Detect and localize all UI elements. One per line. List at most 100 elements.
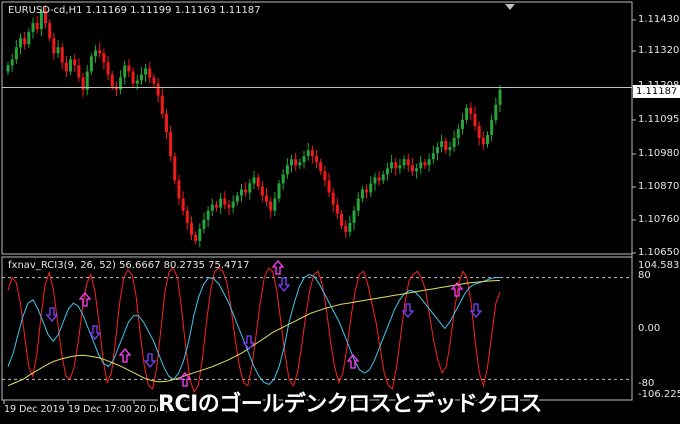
price-axis-label: 1.11095 — [638, 114, 680, 125]
price-axis-label: 1.10650 — [638, 247, 680, 258]
time-axis-label: 19 Dec 17:00 — [68, 404, 132, 415]
candle-body — [340, 213, 344, 226]
candle-body — [315, 156, 319, 163]
candle-body — [219, 198, 223, 208]
candle-body — [377, 177, 381, 181]
price-axis-label: 1.11208 — [638, 80, 680, 91]
candle-body — [94, 50, 98, 57]
candle-body — [435, 147, 439, 154]
golden-cross-arrow-icon — [271, 259, 285, 275]
candle-body — [64, 62, 68, 72]
rci-line-rci_short — [7, 267, 501, 394]
candle-body — [298, 162, 302, 166]
candle-body — [231, 201, 235, 208]
candle-body — [310, 150, 314, 157]
candle-body — [273, 198, 277, 211]
candle-body — [406, 159, 410, 166]
chart-title: EURUSD-cd,H1 1.11169 1.11199 1.11163 1.1… — [8, 5, 261, 16]
candle-body — [306, 150, 310, 157]
candle-body — [365, 189, 369, 193]
price-axis-label: 1.10870 — [638, 181, 680, 192]
candle-body — [102, 53, 106, 63]
candle-body — [10, 59, 14, 66]
candle-body — [302, 156, 306, 163]
dead-cross-arrow-icon — [242, 335, 256, 351]
candle-body — [444, 141, 448, 151]
dead-cross-arrow-icon — [277, 277, 291, 293]
candle-body — [248, 183, 252, 193]
chart-canvas[interactable] — [0, 0, 680, 420]
candle-body — [319, 162, 323, 172]
price-axis-label: 1.11320 — [638, 45, 680, 56]
candle-body — [181, 198, 185, 211]
candle-body — [415, 168, 419, 172]
candle-body — [419, 162, 423, 169]
price-axis-label: 1.10980 — [638, 148, 680, 159]
candle-body — [327, 180, 331, 193]
candle-body — [265, 195, 269, 202]
candle-body — [152, 77, 156, 84]
indicator-axis-label: 80 — [638, 270, 651, 281]
caption-overlay: RCIのゴールデンクロスとデッドクロス — [158, 392, 542, 417]
candle-body — [239, 189, 243, 196]
candle-body — [469, 107, 473, 114]
indicator-title: fxnav_RCI3(9, 26, 52) 56.6667 80.2735 75… — [8, 260, 250, 271]
main-chart-frame — [1, 1, 633, 255]
candle-body — [423, 162, 427, 166]
candle-body — [194, 234, 198, 241]
candle-body — [256, 177, 260, 187]
candle-body — [214, 204, 218, 208]
candle-body — [373, 177, 377, 184]
candle-body — [385, 168, 389, 175]
candle-body — [148, 68, 152, 78]
candle-body — [206, 210, 210, 220]
candle-body — [244, 189, 248, 193]
indicator-axis-label: 0.00 — [638, 323, 661, 334]
candle-body — [19, 38, 23, 48]
candle-body — [460, 119, 464, 129]
scroll-marker-icon — [505, 4, 515, 10]
candle-body — [390, 162, 394, 169]
candle-body — [185, 210, 189, 223]
candle-body — [131, 71, 135, 84]
candle-body — [35, 23, 39, 30]
chart-window[interactable]: EURUSD-cd,H1 1.11169 1.11199 1.11163 1.1… — [0, 0, 680, 420]
candle-body — [135, 80, 139, 84]
candle-body — [56, 47, 60, 54]
candle-body — [69, 59, 73, 72]
candle-body — [27, 32, 31, 45]
candle-body — [285, 165, 289, 175]
candle-body — [106, 62, 110, 75]
candle-body — [456, 128, 460, 139]
candle-body — [144, 68, 148, 75]
candle-body — [123, 65, 127, 78]
candle-body — [169, 132, 173, 157]
candle-body — [235, 195, 239, 202]
candle-body — [110, 74, 114, 87]
candle-body — [485, 135, 489, 145]
candle-body — [139, 74, 143, 81]
candle-body — [356, 198, 360, 211]
candle-body — [481, 138, 485, 145]
candle-body — [294, 159, 298, 166]
candle-body — [173, 156, 177, 181]
candle-body — [98, 50, 102, 54]
candle-body — [85, 71, 89, 90]
candle-body — [60, 47, 64, 63]
candle-body — [160, 95, 164, 114]
candle-body — [465, 107, 469, 120]
candle-body — [223, 198, 227, 205]
candle-body — [89, 56, 93, 72]
candle-body — [189, 222, 193, 235]
candle-body — [48, 23, 52, 39]
candle-body — [360, 189, 364, 199]
candle-body — [127, 65, 131, 72]
time-axis-label: 19 Dec 2019 — [4, 404, 65, 415]
candle-body — [77, 65, 81, 78]
candle-body — [410, 165, 414, 172]
candle-body — [335, 204, 339, 214]
candle-body — [402, 159, 406, 166]
candle-body — [269, 201, 273, 211]
candle-body — [290, 159, 294, 166]
dead-cross-arrow-icon — [143, 353, 157, 369]
